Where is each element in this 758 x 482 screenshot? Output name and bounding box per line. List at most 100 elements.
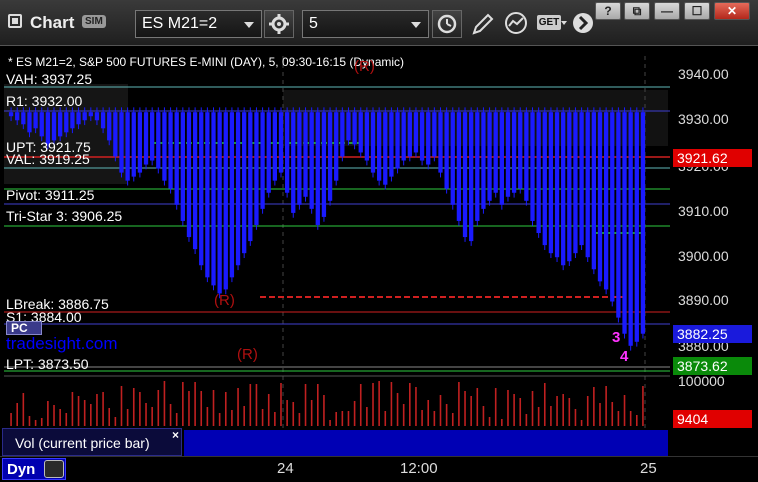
candle-body (242, 112, 247, 254)
candle-body (272, 112, 278, 181)
volume-bar (47, 401, 49, 426)
volume-bar (310, 400, 313, 426)
volume-bar (298, 413, 301, 426)
candle-body (174, 112, 179, 205)
study-icon[interactable] (503, 10, 529, 36)
clock-icon (437, 14, 457, 34)
candle-body (622, 112, 627, 334)
candle-body (260, 112, 265, 209)
candle-body (223, 112, 228, 290)
volume-bar (482, 406, 485, 426)
candle-body (456, 112, 462, 221)
volume-bar (390, 382, 393, 426)
volume-current-box: 9404 (673, 410, 752, 428)
app-title: Chart (30, 13, 75, 32)
pencil-icon[interactable] (470, 11, 496, 37)
level-label-val: VAL: 3919.25 (6, 151, 90, 167)
volume-bar (323, 395, 325, 426)
maximize-button[interactable]: ☐ (684, 2, 710, 20)
volume-close-icon[interactable]: × (172, 428, 179, 442)
volume-bar (347, 411, 350, 426)
volume-bar (433, 411, 436, 426)
candle-body (8, 112, 14, 117)
candle-body (291, 112, 296, 213)
close-button[interactable]: ✕ (714, 2, 750, 20)
last-price-box: 3882.25 (673, 325, 752, 343)
volume-bar (359, 384, 362, 426)
volume-bar (120, 386, 123, 426)
level-label-r1: R1: 3932.00 (6, 93, 83, 109)
minimize-button[interactable]: — (654, 2, 680, 20)
time-button[interactable] (432, 10, 462, 38)
volume-bar (611, 402, 614, 426)
level-label-tristar: Tri-Star 3: 3906.25 (6, 208, 123, 224)
candle-body (450, 112, 455, 205)
candle-body (585, 112, 590, 258)
candle-body (401, 112, 406, 161)
candle-body (432, 112, 437, 157)
candle-body (573, 112, 578, 254)
candle-body (511, 112, 517, 193)
upt-price-box: 3921.62 (673, 149, 752, 167)
candle-body (315, 112, 320, 225)
volume-bar (139, 392, 141, 426)
volume-bar (537, 407, 540, 426)
symbol-input[interactable]: ES M21=2 (135, 10, 262, 38)
next-icon[interactable] (571, 11, 595, 35)
volume-bar (96, 394, 98, 426)
candle-body (438, 112, 443, 173)
volume-bar (396, 393, 399, 426)
volume-bar (568, 398, 571, 426)
volume-bar (261, 409, 264, 426)
resistance-marker: (R) (354, 58, 375, 75)
interval-select[interactable]: 5 (302, 10, 429, 38)
volume-bar (580, 420, 583, 426)
candle-body (469, 112, 474, 242)
settings-button[interactable] (264, 10, 294, 38)
candle-body (125, 112, 130, 181)
volume-bar (402, 404, 405, 426)
volume-bar (102, 392, 104, 426)
candle-body (340, 112, 345, 157)
pc-label: PC (6, 321, 42, 335)
help-button[interactable]: ? (595, 2, 621, 20)
lock-icon[interactable] (44, 460, 64, 478)
volume-bar (353, 401, 356, 426)
volume-bar (16, 403, 19, 426)
get-button[interactable]: GET (537, 12, 567, 34)
volume-bar (163, 381, 166, 426)
chevron-down-icon (561, 21, 567, 25)
candle-body (137, 112, 143, 173)
candle-body (284, 112, 290, 193)
candle-body (536, 112, 541, 234)
volume-bar (53, 405, 55, 426)
candle-body (462, 112, 468, 238)
volume-bar (574, 409, 577, 426)
chart-panel[interactable]: * ES M21=2, S&P 500 FUTURES E-MINI (DAY)… (0, 46, 758, 456)
time-tick: 25 (640, 460, 657, 477)
interval-value: 5 (309, 15, 318, 32)
volume-label-strip (184, 430, 668, 456)
restore-button[interactable]: ⧉ (624, 2, 650, 20)
candle-body (33, 112, 38, 129)
volume-bar (249, 384, 252, 426)
volume-bar (635, 415, 638, 426)
volume-bar (519, 398, 522, 426)
volume-bar (237, 388, 239, 426)
candle-body (628, 112, 633, 346)
price-chart[interactable] (0, 46, 758, 456)
candle-body (327, 112, 333, 201)
volume-bar (200, 391, 203, 426)
candle-body (321, 112, 327, 217)
volume-bar (22, 393, 25, 426)
volume-bar (501, 419, 503, 426)
volume-bar (543, 383, 546, 426)
volume-label-panel[interactable]: Vol (current price bar) (2, 428, 182, 456)
volume-bar (126, 409, 129, 426)
symbol-value: ES M21=2 (142, 15, 218, 32)
volume-bar (550, 406, 552, 426)
time-tick: 24 (277, 460, 294, 477)
candle-body (156, 112, 161, 169)
level-label-lpt: LPT: 3873.50 (6, 356, 89, 372)
volume-bar (212, 390, 215, 426)
